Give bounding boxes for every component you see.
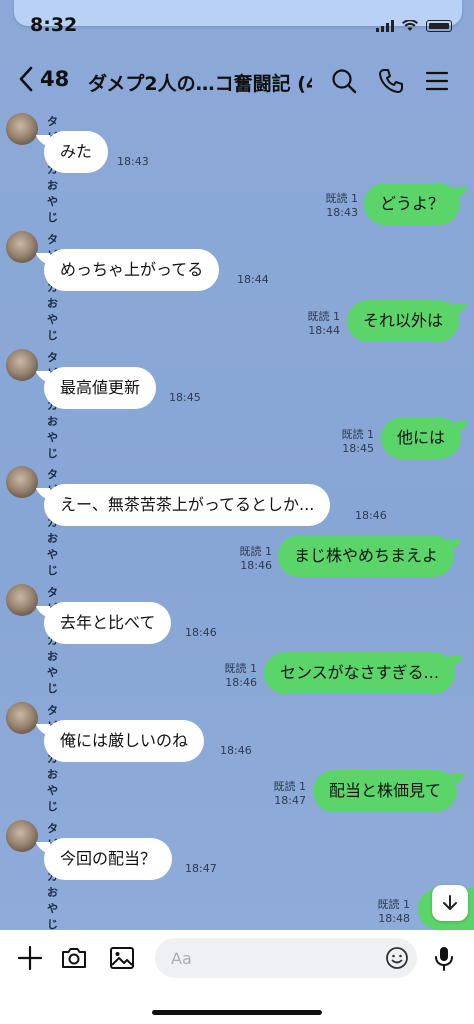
- back-button[interactable]: 48: [18, 66, 69, 92]
- read-receipt: 既読 1: [341, 428, 375, 441]
- signal-icon: [376, 20, 394, 32]
- message-bubble-incoming[interactable]: 最高値更新: [44, 367, 157, 409]
- chevron-left-icon: [19, 66, 33, 92]
- message-time: 18:46: [185, 626, 217, 639]
- message-bubble-outgoing[interactable]: まじ株やめちまえよ: [278, 535, 455, 577]
- menu-icon: [425, 71, 449, 91]
- menu-button[interactable]: [423, 67, 451, 95]
- unread-count: 48: [40, 67, 70, 91]
- status-time: 8:32: [30, 14, 78, 36]
- image-button[interactable]: [108, 944, 136, 972]
- microphone-icon: [435, 947, 453, 971]
- avatar[interactable]: [6, 113, 38, 145]
- phone-icon: [379, 69, 403, 93]
- input-bar: [0, 930, 474, 1024]
- message-bubble-incoming[interactable]: 去年と比べて: [44, 602, 172, 644]
- chat-header: 48 ダメプ2人の…コ奮闘記 (4): [0, 56, 474, 106]
- message-bubble-outgoing[interactable]: 配当と株価見て: [313, 770, 458, 812]
- home-indicator: [152, 1010, 322, 1015]
- message-time: 18:46: [240, 559, 272, 572]
- message-time: 18:44: [237, 273, 269, 286]
- message-time: 18:47: [274, 794, 306, 807]
- message-time: 18:45: [169, 391, 201, 404]
- search-icon: [332, 69, 357, 94]
- image-icon: [110, 947, 134, 969]
- message-bubble-incoming[interactable]: えー、無茶苦茶上がってるとしか...: [44, 484, 331, 526]
- chat-title[interactable]: ダメプ2人の…コ奮闘記 (4): [88, 69, 312, 96]
- message-bubble-outgoing[interactable]: どうよ？: [364, 183, 461, 225]
- message-time: 18:48: [378, 912, 410, 925]
- message-time: 18:45: [342, 442, 374, 455]
- read-receipt: 既読 1: [377, 898, 411, 911]
- arrow-down-icon: [443, 895, 457, 910]
- call-button[interactable]: [377, 67, 405, 95]
- search-button[interactable]: [330, 67, 358, 95]
- voice-button[interactable]: [430, 944, 458, 972]
- camera-icon: [62, 948, 86, 968]
- message-time: 18:47: [185, 862, 217, 875]
- read-receipt: 既読 1: [224, 662, 258, 675]
- avatar[interactable]: [6, 702, 38, 734]
- avatar[interactable]: [6, 466, 38, 498]
- message-time: 18:43: [117, 155, 149, 168]
- wifi-icon: [402, 20, 418, 31]
- emoji-button[interactable]: [385, 946, 409, 970]
- avatar[interactable]: [6, 820, 38, 852]
- read-receipt: 既読 1: [307, 310, 341, 323]
- emoji-icon: [386, 947, 408, 969]
- message-bubble-incoming[interactable]: 今回の配当？: [44, 838, 173, 880]
- message-bubble-outgoing[interactable]: センスがなさすぎる...: [264, 652, 455, 694]
- message-input[interactable]: [155, 938, 417, 978]
- message-time: 18:46: [355, 509, 387, 522]
- plus-icon: [17, 945, 43, 971]
- message-time: 18:43: [326, 206, 358, 219]
- message-time: 18:46: [220, 744, 252, 757]
- camera-button[interactable]: [60, 944, 88, 972]
- avatar[interactable]: [6, 349, 38, 381]
- avatar[interactable]: [6, 231, 38, 263]
- message-bubble-incoming[interactable]: めっちゃ上がってる: [44, 249, 220, 291]
- status-bar: 8:32: [0, 0, 474, 40]
- message-time: 18:46: [225, 676, 257, 689]
- message-time: 18:44: [308, 324, 340, 337]
- message-bubble-incoming[interactable]: みた: [44, 131, 109, 173]
- add-button[interactable]: [16, 944, 44, 972]
- message-bubble-outgoing[interactable]: それ以外は: [347, 300, 460, 342]
- read-receipt: 既読 1: [273, 780, 307, 793]
- avatar[interactable]: [6, 584, 38, 616]
- status-icons: [376, 20, 452, 32]
- message-bubble-outgoing[interactable]: 他には: [381, 417, 462, 459]
- scroll-to-bottom-button[interactable]: [432, 885, 468, 921]
- read-receipt: 既読 1: [239, 545, 273, 558]
- read-receipt: 既読 1: [325, 192, 359, 205]
- battery-icon: [426, 20, 452, 32]
- message-bubble-incoming[interactable]: 俺には厳しいのね: [44, 720, 205, 762]
